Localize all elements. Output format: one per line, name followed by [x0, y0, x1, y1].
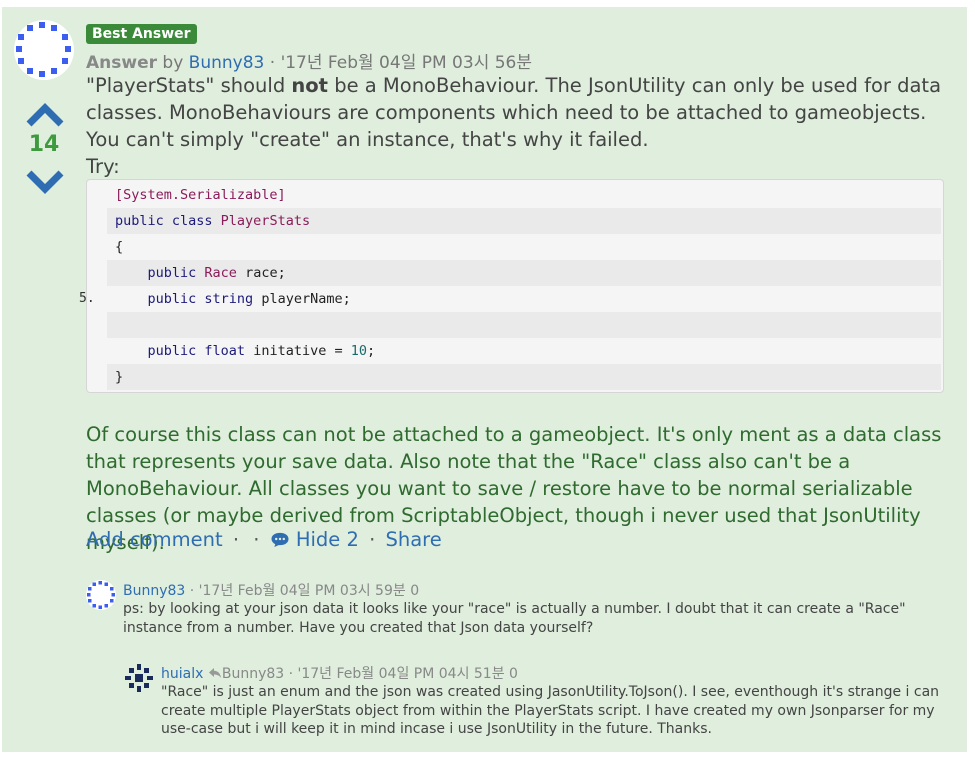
commenter-avatar[interactable] [86, 580, 116, 610]
answer-paragraph-1: "PlayerStats" should not be a MonoBehavi… [86, 72, 956, 153]
chevron-up-icon [26, 103, 64, 127]
add-comment-link[interactable]: Add comment [86, 528, 223, 551]
chevron-down-icon [26, 170, 64, 194]
code-block: [System.Serializable] public class Playe… [79, 179, 944, 393]
downvote-button[interactable] [25, 167, 65, 197]
best-answer-badge: Best Answer [86, 24, 197, 44]
share-link[interactable]: Share [386, 528, 442, 551]
separator: · [369, 528, 376, 551]
line-number: 5. [79, 291, 95, 306]
comment-score: 0 [509, 666, 518, 682]
comment-meta: huialx Bunny83 · '17년 Feb월 04일 PM 04시 51… [161, 663, 941, 683]
by-text: by [157, 53, 189, 73]
upvote-button[interactable] [25, 100, 65, 130]
comment-text: "Race" is just an enum and the json was … [161, 684, 940, 737]
code-line [107, 312, 941, 338]
code-line: { [115, 239, 124, 255]
commenter-avatar[interactable] [124, 663, 154, 693]
comment-icon [271, 532, 289, 548]
comment-timestamp: · '17년 Feb월 04일 PM 03시 59분 [185, 583, 406, 599]
code-line: public float initative = 10; [147, 343, 376, 359]
comment-timestamp: · '17년 Feb월 04일 PM 04시 51분 [284, 666, 505, 682]
code-line: 5. public string playerName; [79, 286, 941, 312]
comment-score: 0 [410, 583, 420, 599]
comment-text: ps: by looking at your json data it look… [123, 601, 906, 636]
p1-bold: not [291, 74, 329, 97]
answer-label: Answer [86, 53, 157, 73]
separator: · [232, 528, 240, 551]
hide-label: Hide 2 [295, 528, 359, 551]
vote-count: 14 [28, 132, 60, 157]
answer-actions: Add comment · · Hide 2 · Share [86, 528, 442, 551]
author-avatar[interactable] [14, 20, 74, 80]
separator: · [253, 528, 260, 551]
reply-to-link[interactable]: Bunny83 [222, 666, 284, 682]
hide-comments-link[interactable]: Hide 2 [270, 528, 359, 551]
comment-reply: huialx Bunny83 · '17년 Feb월 04일 PM 04시 51… [161, 663, 941, 739]
code-line: public class PlayerStats [107, 208, 941, 234]
code-line: } [107, 364, 941, 390]
answer-timestamp: · '17년 Feb월 04일 PM 03시 56분 [264, 53, 533, 73]
comment-author-link[interactable]: huialx [161, 666, 203, 682]
author-link[interactable]: Bunny83 [189, 53, 265, 73]
code-line: public Race race; [107, 260, 941, 286]
reply-arrow-icon [208, 668, 221, 678]
comment-author-link[interactable]: Bunny83 [123, 583, 185, 599]
comment-meta: Bunny83 · '17년 Feb월 04일 PM 03시 59분 0 [123, 580, 923, 600]
comment: Bunny83 · '17년 Feb월 04일 PM 03시 59분 0 ps:… [123, 580, 923, 637]
answer-meta: Answer by Bunny83 · '17년 Feb월 04일 PM 03시… [86, 48, 532, 73]
p1-text-a: "PlayerStats" should [86, 74, 292, 97]
code-line: [System.Serializable] [115, 187, 286, 203]
try-label: Try: [86, 155, 120, 178]
